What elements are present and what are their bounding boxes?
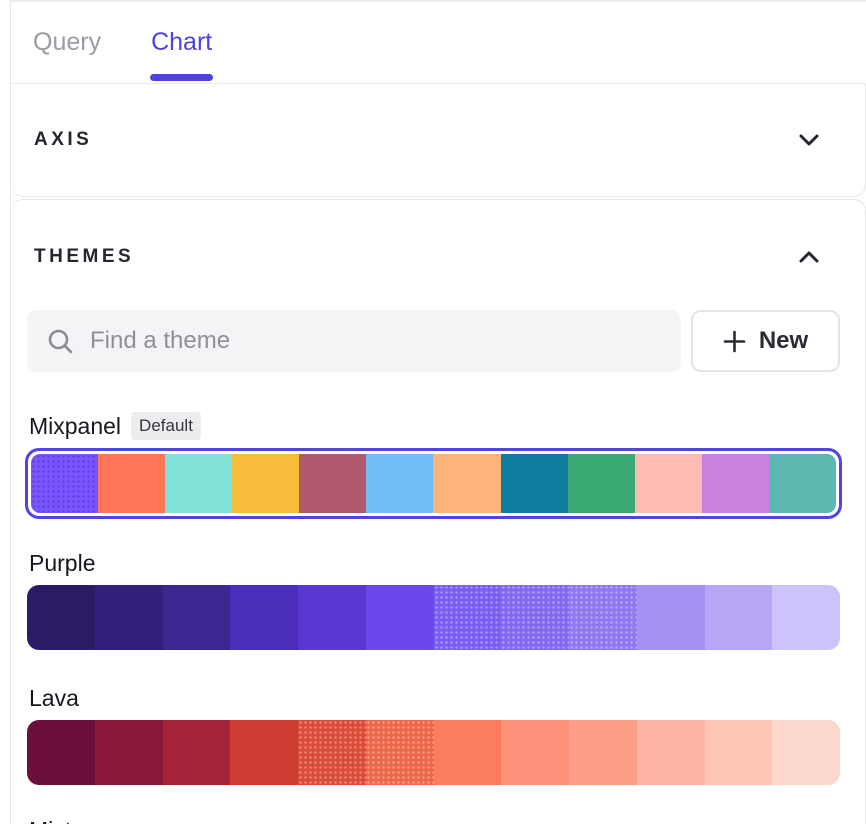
active-tab-underline bbox=[150, 74, 213, 81]
color-swatch bbox=[769, 454, 836, 513]
tab-chart[interactable]: Chart bbox=[151, 2, 212, 83]
tab-chart-label: Chart bbox=[151, 28, 212, 57]
color-swatch bbox=[230, 720, 298, 785]
tab-query-label: Query bbox=[33, 28, 101, 57]
theme-name: Mist bbox=[29, 816, 71, 824]
color-swatch bbox=[501, 585, 569, 650]
theme-search-input[interactable]: Find a theme bbox=[27, 310, 681, 372]
theme-name-row: Mixpanel Default bbox=[27, 412, 840, 440]
color-swatch bbox=[702, 454, 769, 513]
themes-section-header[interactable]: THEMES bbox=[11, 200, 865, 268]
theme-swatch-row bbox=[31, 454, 836, 513]
color-swatch bbox=[298, 585, 366, 650]
axis-section-header[interactable]: AXIS bbox=[11, 84, 866, 197]
tab-query[interactable]: Query bbox=[33, 2, 101, 83]
color-swatch bbox=[637, 585, 705, 650]
theme-list: Mixpanel Default Purple Lava Mist bbox=[27, 412, 840, 824]
theme-name: Purple bbox=[29, 549, 95, 577]
theme-name: Mixpanel bbox=[29, 412, 121, 440]
color-swatch bbox=[366, 454, 433, 513]
color-swatch bbox=[434, 585, 502, 650]
color-swatch bbox=[366, 720, 434, 785]
color-swatch bbox=[637, 720, 705, 785]
new-theme-button-label: New bbox=[759, 327, 808, 355]
color-swatch bbox=[569, 720, 637, 785]
color-swatch bbox=[366, 585, 434, 650]
color-swatch bbox=[232, 454, 299, 513]
theme-name-row: Purple bbox=[27, 549, 840, 577]
theme-item-mist: Mist bbox=[27, 816, 840, 824]
theme-name-row: Lava bbox=[27, 684, 840, 712]
theme-swatch-row[interactable] bbox=[27, 720, 840, 785]
color-swatch bbox=[163, 585, 231, 650]
theme-name: Lava bbox=[29, 684, 79, 712]
theme-item-purple: Purple bbox=[27, 549, 840, 650]
theme-item-mixpanel: Mixpanel Default bbox=[27, 412, 840, 519]
tab-bar: Query Chart bbox=[11, 0, 866, 84]
themes-section: THEMES Find a theme New Mixpanel bbox=[11, 199, 866, 824]
chevron-up-icon[interactable] bbox=[799, 251, 819, 263]
theme-name-row: Mist bbox=[27, 816, 840, 824]
color-swatch bbox=[705, 720, 773, 785]
color-swatch bbox=[98, 454, 165, 513]
theme-item-lava: Lava bbox=[27, 684, 840, 785]
color-swatch bbox=[298, 720, 366, 785]
default-badge: Default bbox=[131, 412, 201, 440]
color-swatch bbox=[95, 720, 163, 785]
color-swatch bbox=[501, 454, 568, 513]
color-swatch bbox=[635, 454, 702, 513]
color-swatch bbox=[31, 454, 98, 513]
color-swatch bbox=[772, 585, 840, 650]
color-swatch bbox=[27, 720, 95, 785]
selected-theme-ring[interactable] bbox=[25, 448, 842, 519]
color-swatch bbox=[501, 720, 569, 785]
chevron-down-icon[interactable] bbox=[799, 134, 819, 146]
new-theme-button[interactable]: New bbox=[691, 310, 840, 372]
theme-swatch-row[interactable] bbox=[27, 585, 840, 650]
color-swatch bbox=[163, 720, 231, 785]
color-swatch bbox=[230, 585, 298, 650]
color-swatch bbox=[705, 585, 773, 650]
color-swatch bbox=[165, 454, 232, 513]
color-swatch bbox=[772, 720, 840, 785]
color-swatch bbox=[433, 454, 500, 513]
color-swatch bbox=[568, 454, 635, 513]
color-swatch bbox=[434, 720, 502, 785]
search-placeholder: Find a theme bbox=[90, 327, 230, 355]
axis-section-title: AXIS bbox=[34, 129, 92, 151]
color-swatch bbox=[95, 585, 163, 650]
color-swatch bbox=[569, 585, 637, 650]
color-swatch bbox=[27, 585, 95, 650]
search-icon bbox=[47, 328, 74, 355]
color-swatch bbox=[299, 454, 366, 513]
theme-toolbar: Find a theme New bbox=[27, 310, 840, 372]
plus-icon bbox=[723, 330, 746, 353]
themes-section-title: THEMES bbox=[34, 246, 134, 268]
chart-settings-panel: Query Chart AXIS THEMES Find a bbox=[10, 0, 866, 824]
